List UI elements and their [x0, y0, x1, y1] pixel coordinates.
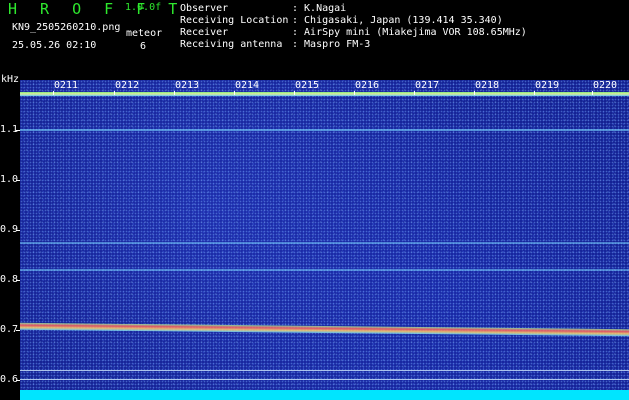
meta-location: Receiving Location: Chigasaki, Japan (13… [180, 15, 503, 27]
detection-count: 6 [140, 41, 147, 52]
y-tick-mark [16, 180, 20, 181]
meta-antenna: Receiving antenna : Maspro FM-3 [180, 39, 370, 51]
x-tick-mark [114, 91, 115, 95]
spectrogram-plot [20, 80, 629, 400]
x-tick-label: 0212 [115, 80, 140, 91]
x-tick-label: 0217 [415, 80, 440, 91]
x-tick-label: 0214 [235, 80, 260, 91]
meta-observer: Observer : K.Nagai [180, 3, 346, 15]
x-tick-mark [414, 91, 415, 95]
x-tick-label: 0211 [54, 80, 79, 91]
meta-value: : Maspro FM-3 [292, 39, 371, 50]
app-version: 1.0.0f [125, 2, 162, 13]
top-carrier-line [20, 92, 629, 96]
x-tick-mark [354, 91, 355, 95]
y-tick-mark [16, 130, 20, 131]
x-tick-mark [294, 91, 295, 95]
x-tick-label: 0215 [295, 80, 320, 91]
y-tick-mark [16, 330, 20, 331]
date-time: 25.05.26 02:10 [12, 40, 97, 51]
meta-key: Observer [180, 3, 229, 14]
meta-key: Receiving antenna [180, 39, 283, 50]
signal-line-2 [20, 242, 629, 244]
bottom-cyan-band [20, 390, 629, 400]
noise-texture [20, 80, 629, 400]
x-tick-mark [592, 91, 593, 95]
meta-value: : K.Nagai [292, 3, 347, 14]
x-tick-mark [474, 91, 475, 95]
y-tick-mark [16, 380, 20, 381]
signal-line-1 [20, 129, 629, 131]
x-tick-label: 0219 [535, 80, 560, 91]
signal-line-5 [20, 379, 629, 380]
signal-line-4 [20, 370, 629, 371]
x-tick-label: 0220 [593, 80, 618, 91]
header-panel: H R O F F T 1.0.0f KN9_2505260210.png me… [0, 0, 629, 74]
y-tick-mark [16, 280, 20, 281]
meta-value: : AirSpy mini (Miakejima VOR 108.65MHz) [292, 27, 527, 38]
meta-receiver: Receiver : AirSpy mini (Miakejima VOR 108… [180, 27, 527, 39]
x-tick-mark [234, 91, 235, 95]
x-tick-label: 0216 [355, 80, 380, 91]
x-tick-label: 0218 [475, 80, 500, 91]
x-tick-mark [534, 91, 535, 95]
meta-value: : Chigasaki, Japan (139.414 35.340) [292, 15, 503, 26]
mode-label: meteor [126, 28, 163, 39]
x-tick-label: 0213 [175, 80, 200, 91]
signal-line-3 [20, 269, 629, 271]
y-axis-unit: kHz [1, 74, 20, 85]
meta-key: Receiver [180, 27, 229, 38]
x-tick-mark [53, 91, 54, 95]
meta-key: Receiving Location [180, 15, 289, 26]
y-tick-mark [16, 230, 20, 231]
file-name: KN9_2505260210.png [12, 22, 121, 33]
x-tick-mark [174, 91, 175, 95]
